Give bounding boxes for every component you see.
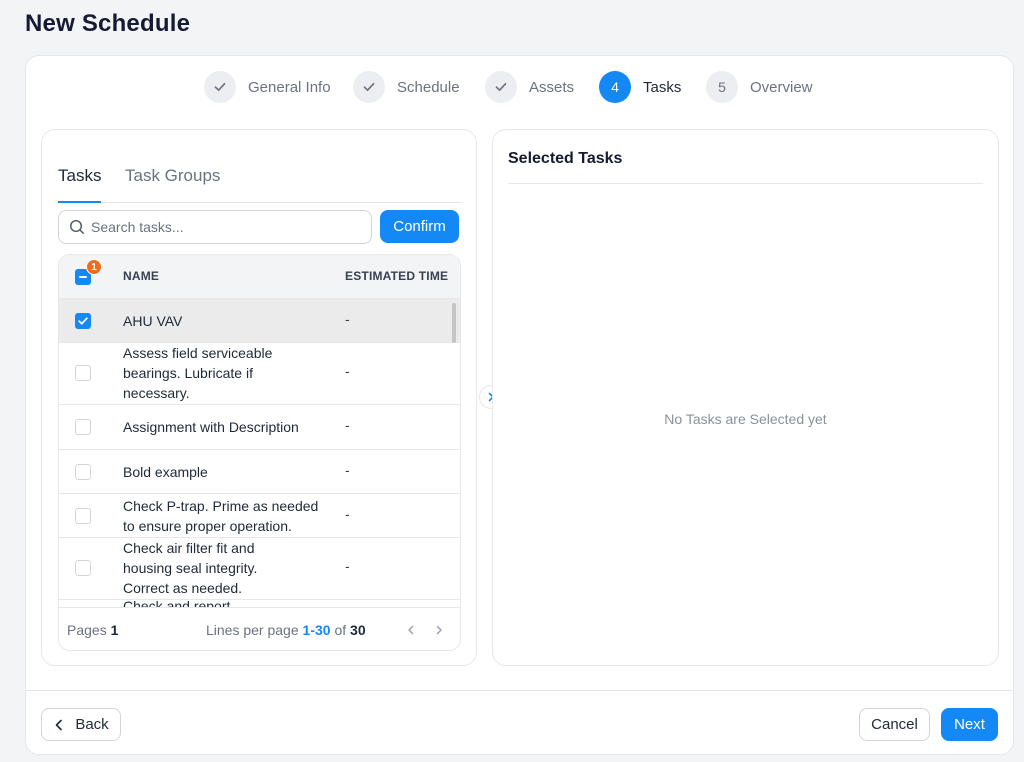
table-row[interactable]: Bold example - <box>59 450 460 494</box>
tasks-table: 1 NAME ESTIMATED TIME AHU VAV - Assess f… <box>58 254 461 651</box>
task-time: - <box>345 311 350 327</box>
row-checkbox[interactable] <box>75 560 91 576</box>
column-header-estimated-time: ESTIMATED TIME <box>345 269 449 283</box>
footer-divider <box>26 690 1013 691</box>
task-name: AHU VAV <box>123 313 183 329</box>
chevron-left-icon <box>56 719 63 730</box>
of-label: of <box>334 622 347 638</box>
search-box[interactable] <box>58 210 372 244</box>
chevron-right-icon <box>436 625 442 635</box>
wizard-stepper: General Info Schedule Assets 4 Tasks 5 O… <box>26 71 1013 103</box>
task-time: - <box>345 558 350 574</box>
step-complete-check-icon <box>204 71 236 103</box>
lines-label: Lines per page <box>206 622 299 638</box>
step-complete-check-icon <box>485 71 517 103</box>
selected-tasks-title: Selected Tasks <box>508 150 623 167</box>
active-tab-indicator <box>58 201 101 203</box>
step-label: Schedule <box>397 78 460 96</box>
step-overview[interactable]: 5 Overview <box>706 71 813 103</box>
task-time: - <box>345 506 350 522</box>
prev-page-button[interactable] <box>402 621 420 639</box>
task-name: Bold example <box>123 464 208 480</box>
chevron-left-icon <box>408 625 414 635</box>
table-body: AHU VAV - Assess field serviceable beari… <box>59 299 460 607</box>
indeterminate-dash-icon <box>79 276 87 278</box>
row-checkbox[interactable] <box>75 365 91 381</box>
column-header-name: NAME <box>123 269 160 283</box>
step-label: Assets <box>529 78 575 96</box>
table-scrollbar[interactable] <box>452 303 456 343</box>
lines-per-page: Lines per page 1-30 of 30 <box>206 622 366 638</box>
task-name: Check P-trap. Prime as needed to ensure … <box>123 498 319 534</box>
table-row[interactable]: Assignment with Description - <box>59 405 460 450</box>
task-name: Check air filter fit and housing seal in… <box>123 540 258 596</box>
step-label: General Info <box>248 78 331 96</box>
table-row[interactable]: Check air filter fit and housing seal in… <box>59 538 460 600</box>
step-number: 4 <box>599 71 631 103</box>
table-row[interactable]: Check and report - <box>59 598 460 607</box>
lines-total: 30 <box>350 622 366 638</box>
back-button[interactable]: Back <box>41 708 121 741</box>
table-row[interactable]: Check P-trap. Prime as needed to ensure … <box>59 494 460 538</box>
back-label: Back <box>75 716 109 733</box>
row-checkbox[interactable] <box>75 419 91 435</box>
task-name: Assignment with Description <box>123 419 299 435</box>
table-header: 1 NAME ESTIMATED TIME <box>59 255 460 299</box>
task-time: - <box>345 462 350 478</box>
pages-indicator: Pages 1 <box>67 622 118 638</box>
lines-range: 1-30 <box>302 622 331 638</box>
row-checkbox[interactable] <box>75 508 91 524</box>
step-complete-check-icon <box>353 71 385 103</box>
selected-tasks-panel: Selected Tasks No Tasks are Selected yet <box>492 129 999 666</box>
pages-label: Pages <box>67 622 107 638</box>
step-tasks[interactable]: 4 Tasks <box>599 71 681 103</box>
search-input[interactable] <box>91 219 361 235</box>
divider <box>508 183 983 184</box>
confirm-button[interactable]: Confirm <box>380 210 459 243</box>
checkmark-icon <box>78 317 88 325</box>
tasks-tabs: Tasks Task Groups <box>58 158 463 203</box>
row-checkbox[interactable] <box>75 464 91 480</box>
table-row[interactable]: Assess field serviceable bearings. Lubri… <box>59 343 460 405</box>
empty-state-text: No Tasks are Selected yet <box>664 411 827 427</box>
page-title: New Schedule <box>25 10 191 37</box>
tab-tasks[interactable]: Tasks <box>58 166 101 186</box>
schedule-wizard-card: General Info Schedule Assets 4 Tasks 5 O… <box>25 55 1014 755</box>
task-name: Assess field serviceable bearings. Lubri… <box>123 345 273 401</box>
tasks-panel: Tasks Task Groups Confirm 1 NAME ESTIMAT… <box>41 129 477 666</box>
next-button[interactable]: Next <box>941 708 998 741</box>
search-icon <box>69 219 84 234</box>
step-schedule[interactable]: Schedule <box>353 71 460 103</box>
step-general-info[interactable]: General Info <box>204 71 331 103</box>
selected-count-badge: 1 <box>86 259 102 275</box>
pages-value: 1 <box>110 622 119 638</box>
task-time: - <box>345 363 350 379</box>
task-time: - <box>345 417 350 433</box>
row-checkbox[interactable] <box>75 313 91 329</box>
tab-task-groups[interactable]: Task Groups <box>125 166 220 186</box>
step-label: Tasks <box>643 78 682 96</box>
step-number: 5 <box>706 71 738 103</box>
next-page-button[interactable] <box>430 621 448 639</box>
step-assets[interactable]: Assets <box>485 71 574 103</box>
table-footer: Pages 1 Lines per page 1-30 of 30 <box>59 607 460 650</box>
task-name: Check and report <box>123 598 231 607</box>
step-label: Overview <box>750 78 813 96</box>
cancel-button[interactable]: Cancel <box>859 708 930 741</box>
table-row[interactable]: AHU VAV - <box>59 299 460 343</box>
